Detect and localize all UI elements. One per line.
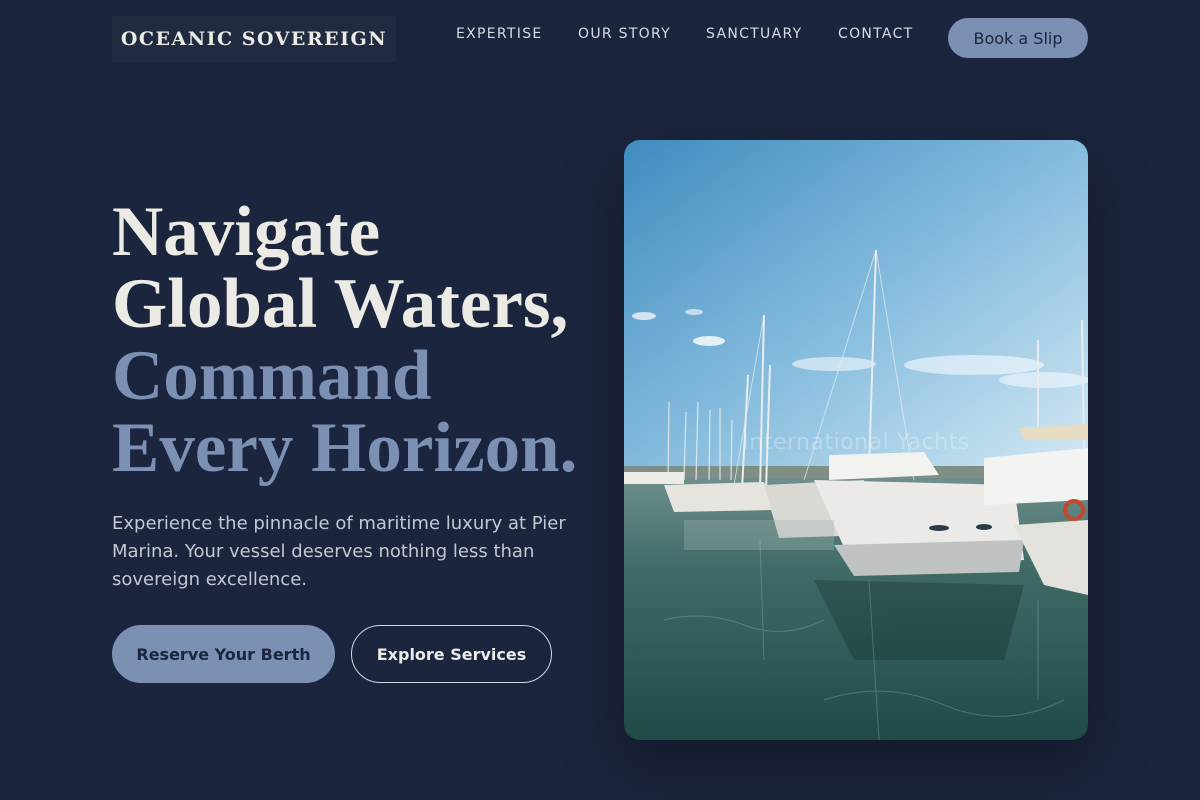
- explore-services-button[interactable]: Explore Services: [351, 625, 552, 683]
- nav-link-expertise[interactable]: EXPERTISE: [456, 26, 543, 42]
- nav-link-sanctuary[interactable]: SANCTUARY: [706, 26, 802, 42]
- hero-headline: Navigate Global Waters, Command Every Ho…: [112, 196, 577, 484]
- nav-link-our-story[interactable]: OUR STORY: [578, 26, 671, 42]
- reserve-berth-button[interactable]: Reserve Your Berth: [112, 625, 335, 683]
- headline-line-4: Every Horizon.: [112, 409, 578, 487]
- nav-link-contact[interactable]: CONTACT: [838, 26, 914, 42]
- headline-line-3: Command: [112, 337, 432, 415]
- headline-line-2: Global Waters,: [112, 265, 569, 343]
- hero-marina-image: International Yachts: [624, 140, 1088, 740]
- hero-description: Experience the pinnacle of maritime luxu…: [112, 513, 566, 590]
- book-slip-button[interactable]: Book a Slip: [948, 18, 1088, 58]
- headline-line-1: Navigate: [112, 193, 381, 271]
- brand-logo[interactable]: OCEANIC SOVEREIGN: [112, 16, 396, 62]
- landing-page: OCEANIC SOVEREIGN EXPERTISE OUR STORY SA…: [0, 0, 1200, 800]
- image-watermark: International Yachts: [742, 430, 970, 455]
